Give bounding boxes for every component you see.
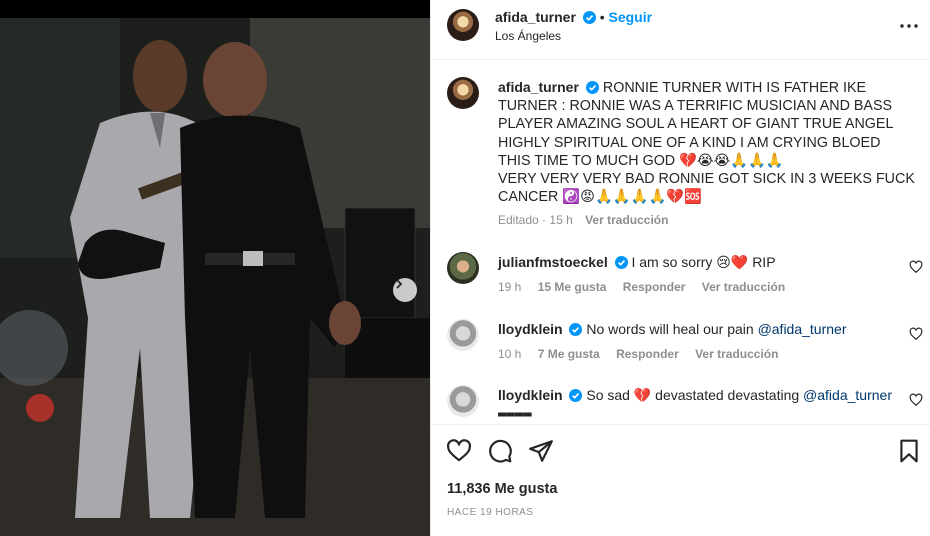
caption-meta: Editado · 15 h Ver traducción xyxy=(498,213,669,228)
caption-username[interactable]: afida_turner xyxy=(498,79,579,95)
comment-time: 19 h xyxy=(498,280,522,294)
header-title-row: afida_turner • Seguir xyxy=(495,9,653,25)
comment-text: No words will heal our pain xyxy=(586,321,758,337)
share-icon[interactable] xyxy=(528,438,554,464)
comment-item: lloydklein No words will heal our pain @… xyxy=(498,320,898,363)
comment-text: I am so sorry 😢❤️ RIP xyxy=(631,254,776,270)
verified-badge-icon xyxy=(614,256,628,269)
edited-time: 15 h xyxy=(549,213,573,228)
verified-badge-icon xyxy=(569,389,583,402)
comment-mention[interactable]: @afida_turner xyxy=(758,321,847,337)
comment-translate-link[interactable]: Ver traducción xyxy=(702,280,785,294)
comment-icon[interactable] xyxy=(487,438,513,464)
next-image-button[interactable] xyxy=(393,278,417,302)
verified-badge-icon xyxy=(582,11,596,24)
comment-mention[interactable]: @afida_turner xyxy=(803,387,892,403)
likes-count[interactable]: 11,836 Me gusta xyxy=(447,481,557,497)
comment-avatar[interactable] xyxy=(447,252,479,284)
comment-meta: 19 h 15 Me gusta Responder Ver traducció… xyxy=(498,278,898,296)
post-panel: afida_turner • Seguir Los Ángeles afida_… xyxy=(430,0,930,536)
verified-badge-icon xyxy=(569,323,583,336)
photo-image xyxy=(0,18,430,536)
comment-avatar[interactable] xyxy=(447,385,479,417)
author-avatar[interactable] xyxy=(447,9,479,41)
post-actions: 11,836 Me gusta HACE 19 HORAS xyxy=(431,424,930,536)
chevron-right-icon xyxy=(396,279,403,289)
post-photo[interactable] xyxy=(0,0,430,536)
reply-button[interactable]: Responder xyxy=(623,280,686,294)
heart-icon[interactable] xyxy=(446,438,472,464)
comment-time: 10 h xyxy=(498,347,522,361)
bookmark-icon[interactable] xyxy=(896,438,922,464)
caption-text-2: VERY VERY VERY BAD RONNIE GOT SICK IN 3 … xyxy=(498,171,915,206)
comment-item: lloydklein So sad 💔 devastated devastati… xyxy=(498,386,898,423)
comment-text: So sad 💔 devastated devastating xyxy=(586,387,804,403)
comment-extra: ▬▬▬▬ xyxy=(498,406,532,422)
comment-like-icon[interactable] xyxy=(909,260,923,274)
comment-likes[interactable]: 7 Me gusta xyxy=(538,347,600,361)
more-options-icon[interactable] xyxy=(897,14,921,38)
comment-translate-link[interactable]: Ver traducción xyxy=(695,347,778,361)
comment-username[interactable]: lloydklein xyxy=(498,321,563,337)
reply-button[interactable]: Responder xyxy=(616,347,679,361)
instagram-post: afida_turner • Seguir Los Ángeles afida_… xyxy=(0,0,930,536)
comment-item: julianfmstoeckel I am so sorry 😢❤️ RIP 1… xyxy=(498,253,898,296)
comment-meta: 10 h 7 Me gusta Responder Ver traducción xyxy=(498,345,898,363)
post-caption: afida_turner RONNIE TURNER WITH IS FATHE… xyxy=(498,78,916,230)
comment-like-icon[interactable] xyxy=(909,327,923,341)
verified-badge-icon xyxy=(585,81,599,94)
comment-likes[interactable]: 15 Me gusta xyxy=(538,280,607,294)
comment-username[interactable]: lloydklein xyxy=(498,387,563,403)
comment-like-icon[interactable] xyxy=(909,393,923,407)
post-time[interactable]: HACE 19 HORAS xyxy=(447,507,534,518)
follow-button[interactable]: Seguir xyxy=(609,9,653,25)
comment-username[interactable]: julianfmstoeckel xyxy=(498,254,608,270)
comments-section: afida_turner RONNIE TURNER WITH IS FATHE… xyxy=(431,61,930,424)
edited-label: Editado xyxy=(498,213,539,228)
post-location[interactable]: Los Ángeles xyxy=(495,29,561,43)
author-username[interactable]: afida_turner xyxy=(495,9,576,25)
post-header: afida_turner • Seguir Los Ángeles xyxy=(431,0,930,60)
comment-avatar[interactable] xyxy=(447,319,479,351)
photo-illustration xyxy=(0,18,430,536)
caption-translate-link[interactable]: Ver traducción xyxy=(585,213,668,227)
caption-avatar[interactable] xyxy=(447,77,479,109)
